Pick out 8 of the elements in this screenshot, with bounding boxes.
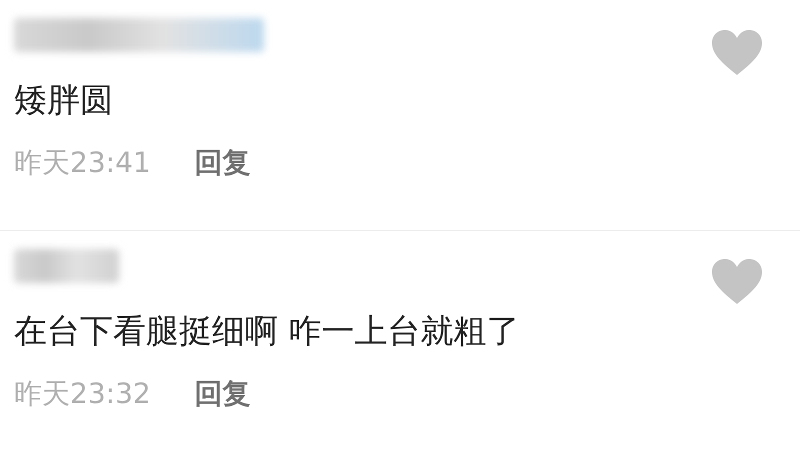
reply-link[interactable]: 回复 (194, 372, 251, 415)
comment-text: 矮胖圆 (14, 80, 114, 120)
reply-link[interactable]: 回复 (194, 142, 251, 184)
heart-icon[interactable] (712, 30, 762, 76)
comment-time: 昨天23:41 (14, 144, 151, 181)
comment-text: 在台下看腿挺细啊 咋一上台就粗了 (14, 311, 520, 351)
comment-time: 昨天23:32 (14, 376, 151, 412)
heart-icon[interactable] (712, 259, 762, 305)
